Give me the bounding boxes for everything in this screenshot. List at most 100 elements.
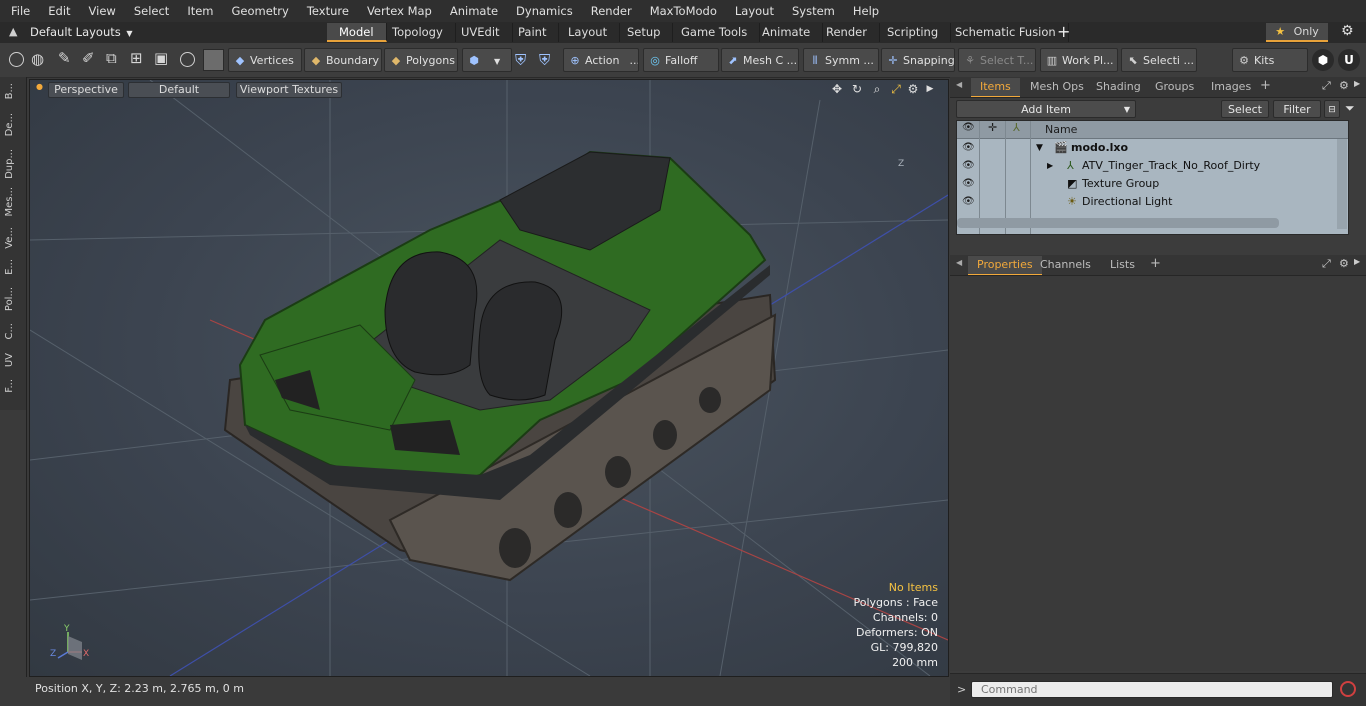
tab-schematic-fusion[interactable]: Schematic Fusion — [943, 23, 1069, 42]
viewport-textures-dropdown[interactable]: Viewport Textures — [236, 82, 342, 98]
record-icon[interactable] — [1340, 681, 1356, 697]
shading-dropdown[interactable]: Default — [128, 82, 230, 98]
zoom-view-icon[interactable]: ⌕ — [870, 82, 884, 96]
eye-icon[interactable]: 👁 — [962, 178, 975, 189]
gear-icon[interactable]: ⚙ — [1341, 23, 1354, 39]
tab-mesh-ops[interactable]: Mesh Ops — [1021, 78, 1093, 96]
menu-select[interactable]: Select — [125, 0, 178, 22]
tab-channels[interactable]: Channels — [1031, 256, 1100, 274]
menu-file[interactable]: File — [0, 0, 39, 22]
boundary-button[interactable]: ◆ Boundary — [304, 48, 382, 72]
left-tab-polygon[interactable]: Pol... — [4, 287, 22, 311]
align-icon[interactable]: ⧉ — [106, 49, 117, 67]
material-button[interactable]: ⬢ ▼ — [462, 48, 512, 72]
tab-topology[interactable]: Topology — [380, 23, 456, 42]
3d-viewport[interactable]: Y Z X Z ● Perspective Default Viewport T… — [29, 79, 949, 677]
falloff-button[interactable]: ◎ Falloff — [643, 48, 719, 72]
collapse-arrow-icon[interactable]: ▲ — [9, 25, 17, 38]
left-tab-uv[interactable]: UV — [4, 353, 22, 367]
tab-images[interactable]: Images — [1202, 78, 1260, 96]
unreal-icon[interactable]: U — [1338, 49, 1360, 71]
expand-panel-icon[interactable]: ⤢ — [1322, 79, 1331, 93]
only-toggle[interactable]: ★ Only — [1266, 23, 1328, 42]
panel-arrow-icon[interactable]: ▶ — [1354, 79, 1360, 88]
menu-texture[interactable]: Texture — [298, 0, 358, 22]
panel-settings-icon[interactable]: ⚙ — [1339, 257, 1349, 270]
add-tab-icon[interactable]: + — [1260, 78, 1271, 93]
tab-setup[interactable]: Setup — [615, 23, 674, 42]
settings-shield-icon[interactable]: ⛨ — [539, 51, 550, 69]
panel-settings-icon[interactable]: ⚙ — [1339, 79, 1349, 92]
visibility-column-icon[interactable]: 👁 — [962, 122, 975, 133]
unity-icon[interactable]: ⬢ — [1312, 49, 1334, 71]
left-tab-basic[interactable]: B... — [4, 83, 22, 99]
menu-view[interactable]: View — [80, 0, 125, 22]
rotate-view-icon[interactable]: ↻ — [850, 82, 864, 96]
name-column-header[interactable]: Name — [1045, 123, 1077, 136]
tab-layout[interactable]: Layout — [556, 23, 621, 42]
menu-dynamics[interactable]: Dynamics — [507, 0, 582, 22]
vertices-button[interactable]: ◆ Vertices — [228, 48, 302, 72]
tree-row-texture-group[interactable]: 👁 ◩ Texture Group — [957, 175, 1348, 193]
left-tab-vertex[interactable]: Ve... — [4, 227, 22, 249]
tab-animate[interactable]: Animate — [750, 23, 824, 42]
tab-lists[interactable]: Lists — [1101, 256, 1144, 274]
viewport-expand-icon[interactable]: ▶ — [923, 82, 937, 96]
pen-icon[interactable]: ✎ — [58, 49, 71, 67]
menu-geometry[interactable]: Geometry — [223, 0, 298, 22]
selection-sets-button[interactable]: ⬉ Selecti ... — [1121, 48, 1197, 72]
select-through-button[interactable]: ⚘ Select T... — [958, 48, 1036, 72]
mesh-constraint-button[interactable]: ⬈ Mesh C ... — [721, 48, 799, 72]
menu-system[interactable]: System — [783, 0, 844, 22]
left-tab-deform[interactable]: De... — [4, 113, 22, 136]
panel-menu-icon[interactable]: ◀ — [956, 80, 962, 89]
left-tab-mesh-edit[interactable]: Mes... — [4, 187, 22, 217]
left-tab-duplicate[interactable]: Dup... — [4, 149, 22, 179]
menu-animate[interactable]: Animate — [441, 0, 507, 22]
polygons-button[interactable]: ◆ Polygons — [384, 48, 458, 72]
circle-select-icon[interactable] — [9, 52, 24, 67]
panel-arrow-icon[interactable]: ▶ — [1354, 257, 1360, 266]
eye-icon[interactable]: 👁 — [962, 160, 975, 171]
element-icon[interactable]: ▣ — [154, 49, 168, 67]
tab-paint[interactable]: Paint — [506, 23, 560, 42]
work-plane-button[interactable]: ▥ Work Pl... — [1040, 48, 1118, 72]
tree-row-scene[interactable]: 👁 ▼ 🎬 modo.lxo — [957, 139, 1348, 157]
move-view-icon[interactable]: ✥ — [830, 82, 844, 96]
view-type-dropdown[interactable]: Perspective — [48, 82, 124, 98]
expand-arrow-icon[interactable]: ▼ — [1036, 139, 1043, 157]
action-center-button[interactable]: ⊕ Action... — [563, 48, 639, 72]
snapping-button[interactable]: ✛ Snapping — [881, 48, 955, 72]
item-mode-icon[interactable] — [203, 49, 224, 71]
left-tab-fusion[interactable]: F... — [4, 379, 22, 393]
left-tab-edge[interactable]: E... — [4, 259, 22, 275]
menu-edit[interactable]: Edit — [39, 0, 79, 22]
tab-uvedit[interactable]: UVEdit — [449, 23, 513, 42]
funnel-icon[interactable]: ⏷ — [1345, 101, 1355, 116]
layout-dropdown[interactable]: Default Layouts ▼ — [30, 22, 133, 43]
menu-layout[interactable]: Layout — [726, 0, 783, 22]
select-button[interactable]: Select — [1221, 100, 1269, 118]
tree-horizontal-scrollbar[interactable] — [957, 218, 1279, 228]
menu-help[interactable]: Help — [844, 0, 888, 22]
expand-arrow-icon[interactable]: ▶ — [1047, 157, 1053, 175]
add-tab-icon[interactable]: + — [1150, 256, 1161, 271]
panel-menu-icon[interactable]: ◀ — [956, 258, 962, 267]
add-item-button[interactable]: Add Item ▼ — [956, 100, 1136, 118]
tab-game-tools[interactable]: Game Tools — [669, 23, 761, 42]
maximize-view-icon[interactable]: ⤢ — [889, 82, 903, 96]
viewport-options-dot[interactable]: ● — [36, 82, 43, 91]
menu-vertex-map[interactable]: Vertex Map — [358, 0, 441, 22]
tab-shading[interactable]: Shading — [1087, 78, 1150, 96]
tab-model[interactable]: Model — [327, 23, 387, 42]
menu-item[interactable]: Item — [178, 0, 222, 22]
tree-vertical-scrollbar[interactable] — [1337, 139, 1347, 229]
collapse-icon[interactable]: ⊟ — [1324, 100, 1340, 118]
pie-icon[interactable] — [180, 52, 195, 67]
kits-button[interactable]: ⚙ Kits — [1232, 48, 1308, 72]
menu-maxtomodo[interactable]: MaxToModo — [641, 0, 726, 22]
command-input[interactable] — [971, 681, 1333, 698]
filter-button[interactable]: Filter — [1273, 100, 1321, 118]
menu-render[interactable]: Render — [582, 0, 641, 22]
tab-scripting[interactable]: Scripting — [875, 23, 952, 42]
